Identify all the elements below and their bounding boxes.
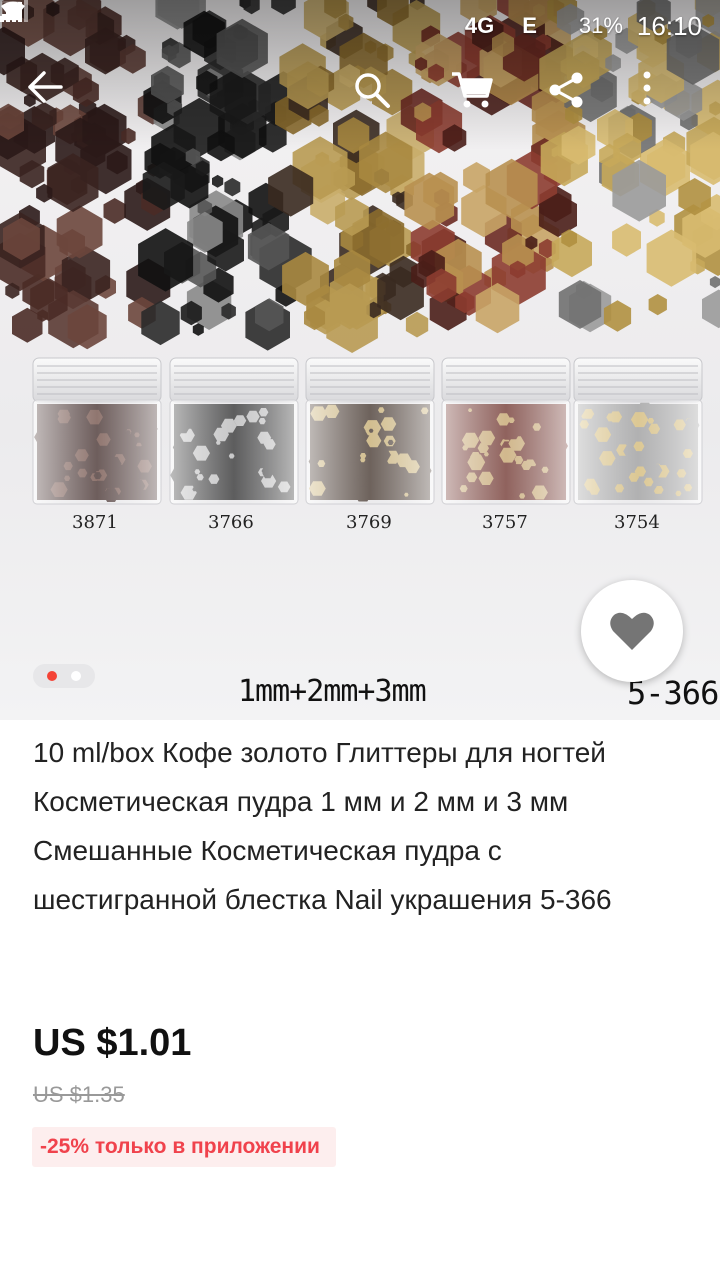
jar-label: 3757 bbox=[482, 512, 528, 533]
pagination-dot-active bbox=[47, 671, 57, 681]
gallery-pagination[interactable] bbox=[33, 664, 95, 688]
product-title: 10 ml/box Кофе золото Глиттеры для ногте… bbox=[33, 737, 612, 915]
jar-label: 3769 bbox=[346, 512, 392, 533]
app-only-discount-badge: -25% только в приложении bbox=[32, 1127, 336, 1167]
search-icon[interactable] bbox=[352, 70, 412, 138]
jar-label: 3871 bbox=[72, 512, 118, 533]
cart-icon[interactable] bbox=[450, 70, 510, 138]
jars-illustration bbox=[32, 357, 703, 505]
arrow-left-icon[interactable] bbox=[26, 70, 86, 138]
pagination-dot bbox=[71, 671, 81, 681]
jar-label: 3754 bbox=[614, 512, 660, 533]
product-price: US $1.01 bbox=[33, 1022, 192, 1064]
more-vertical-icon[interactable] bbox=[642, 70, 702, 138]
original-price: US $1.35 bbox=[33, 1082, 125, 1107]
favorite-button[interactable] bbox=[581, 580, 683, 682]
image-caption-size: 1mm+2mm+3mm bbox=[238, 674, 427, 709]
clock: 16:10 bbox=[636, 10, 702, 41]
share-icon[interactable] bbox=[546, 70, 606, 138]
network-type: 4G bbox=[464, 13, 495, 38]
top-toolbar bbox=[0, 70, 720, 140]
heart-icon bbox=[610, 612, 654, 650]
network-type-2: E bbox=[522, 13, 537, 38]
status-bar: 4G E 31% 16:10 bbox=[0, 0, 720, 52]
jar-label: 3766 bbox=[208, 512, 254, 533]
battery-level: 31% bbox=[578, 13, 623, 38]
